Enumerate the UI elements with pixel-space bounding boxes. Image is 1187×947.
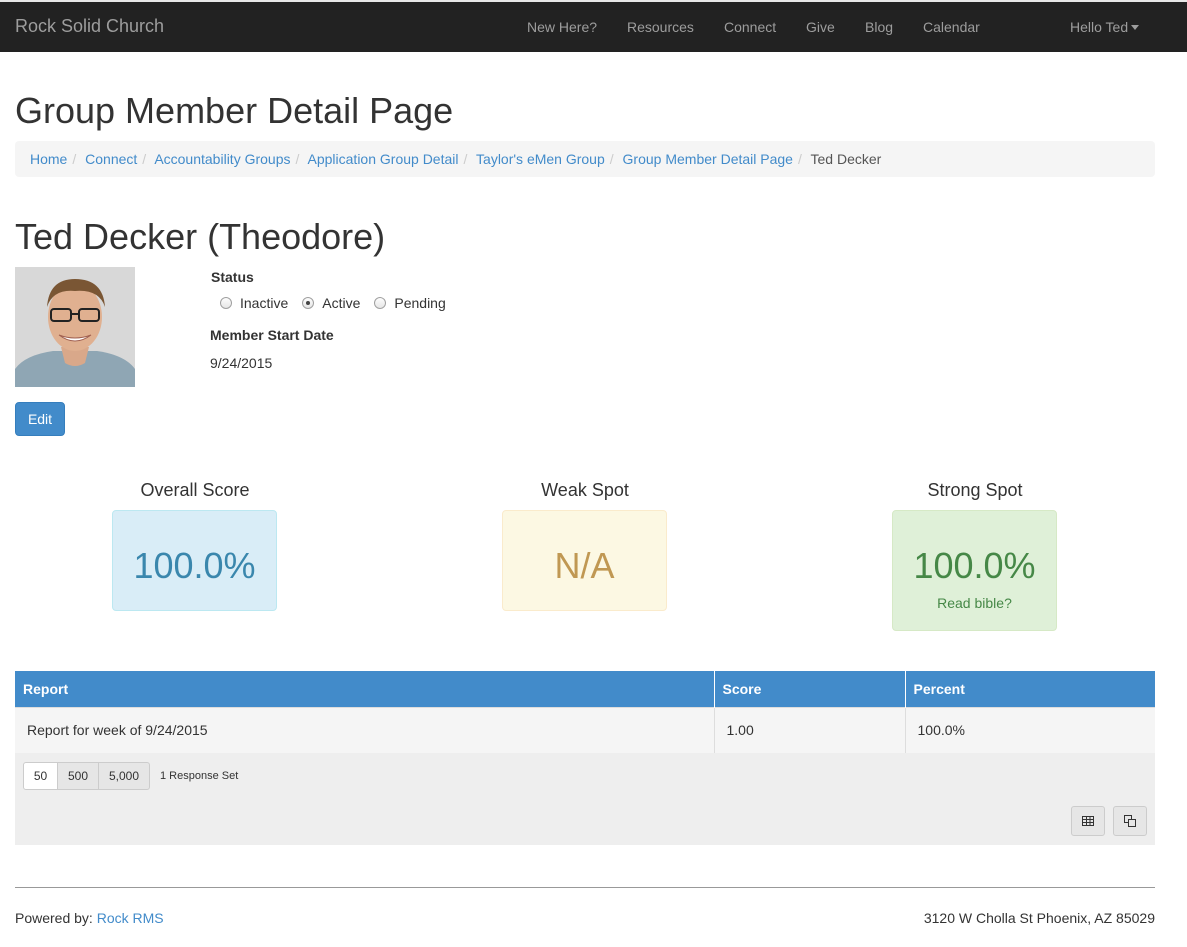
overall-score-title: Overall Score (140, 480, 250, 500)
cell-percent: 100.0% (905, 706, 1155, 754)
status-option-inactive[interactable]: Inactive (220, 295, 288, 311)
breadcrumb-separator: / (797, 151, 802, 167)
user-menu[interactable]: Hello Ted (1070, 19, 1140, 35)
breadcrumb-separator: / (295, 151, 300, 167)
strong-spot-box: 100.0% Read bible? (892, 510, 1057, 631)
weak-spot-title: Weak Spot (541, 480, 629, 500)
powered-by: Powered by: Rock RMS (15, 910, 164, 926)
cell-report: Report for week of 9/24/2015 (15, 706, 715, 754)
nav-link-calendar[interactable]: Calendar (923, 19, 980, 35)
status-option-label: Active (322, 295, 361, 311)
nav-link-connect[interactable]: Connect (724, 19, 776, 35)
radio-icon[interactable] (374, 297, 387, 309)
breadcrumb-group-member-detail[interactable]: Group Member Detail Page (623, 151, 793, 167)
column-header-report[interactable]: Report (15, 671, 715, 707)
member-photo (15, 267, 135, 387)
status-option-label: Inactive (240, 295, 289, 311)
breadcrumb-current: Ted Decker (810, 151, 882, 167)
page-size-50[interactable]: 50 (23, 762, 58, 790)
nav-link-resources[interactable]: Resources (627, 19, 694, 35)
start-date-value: 9/24/2015 (210, 355, 273, 371)
status-option-label: Pending (394, 295, 446, 311)
weak-spot-box: N/A (502, 510, 667, 611)
page-size-5000[interactable]: 5,000 (98, 762, 150, 790)
breadcrumb-separator: / (142, 151, 147, 167)
column-header-score[interactable]: Score (714, 671, 906, 707)
copy-icon (1124, 815, 1136, 827)
person-photo-icon (15, 267, 135, 387)
breadcrumb-connect[interactable]: Connect (85, 151, 137, 167)
merge-template-button[interactable] (1113, 806, 1147, 836)
top-navbar: Rock Solid Church New Here? Resources Co… (0, 0, 1187, 52)
footer-address: 3120 W Cholla St Phoenix, AZ 85029 (923, 910, 1155, 926)
status-label: Status (211, 269, 254, 285)
table-footer: 50 500 5,000 1 Response Set (15, 753, 1155, 845)
breadcrumb-taylors-emen-group[interactable]: Taylor's eMen Group (476, 151, 605, 167)
status-option-active[interactable]: Active (302, 295, 360, 311)
breadcrumb-home[interactable]: Home (30, 151, 67, 167)
breadcrumb-separator: / (463, 151, 468, 167)
breadcrumb-separator: / (72, 151, 77, 167)
edit-button[interactable]: Edit (15, 402, 65, 436)
strong-spot-note: Read bible? (937, 595, 1012, 611)
status-radio-group: Inactive Active Pending (220, 295, 460, 311)
rock-rms-link[interactable]: Rock RMS (97, 910, 164, 926)
overall-score-value: 100.0% (133, 545, 256, 586)
member-name: Ted Decker (Theodore) (15, 216, 386, 257)
nav-link-blog[interactable]: Blog (865, 19, 893, 35)
footer-divider (15, 887, 1155, 888)
responses-table: Report Score Percent Report for week of … (15, 671, 1155, 754)
weak-spot-value: N/A (554, 545, 615, 586)
overall-score-box: 100.0% (112, 510, 277, 611)
table-row[interactable]: Report for week of 9/24/2015 1.00 100.0% (15, 706, 1155, 754)
page-title: Group Member Detail Page (15, 90, 454, 131)
powered-by-prefix: Powered by: (15, 910, 97, 926)
status-option-pending[interactable]: Pending (374, 295, 446, 311)
caret-down-icon (1131, 24, 1140, 30)
radio-icon[interactable] (220, 297, 232, 309)
table-header-row: Report Score Percent (15, 671, 1155, 707)
page-size-selector: 50 500 5,000 (23, 762, 150, 790)
table-icon (1082, 816, 1094, 826)
breadcrumb-accountability-groups[interactable]: Accountability Groups (154, 151, 290, 167)
user-menu-label: Hello Ted (1070, 19, 1129, 35)
column-header-percent[interactable]: Percent (905, 671, 1155, 707)
brand-link[interactable]: Rock Solid Church (15, 16, 164, 37)
page-size-500[interactable]: 500 (57, 762, 99, 790)
start-date-label: Member Start Date (210, 327, 334, 343)
breadcrumb-application-group-detail[interactable]: Application Group Detail (308, 151, 459, 167)
cell-score: 1.00 (714, 706, 906, 754)
response-count: 1 Response Set (160, 770, 239, 782)
export-excel-button[interactable] (1071, 806, 1105, 836)
nav-link-give[interactable]: Give (806, 19, 835, 35)
strong-spot-value: 100.0% (913, 545, 1036, 586)
breadcrumb-separator: / (609, 151, 614, 167)
strong-spot-title: Strong Spot (927, 480, 1023, 500)
radio-checked-icon[interactable] (302, 297, 315, 309)
breadcrumb: Home / Connect / Accountability Groups / Ap… (15, 141, 1155, 177)
nav-link-new-here[interactable]: New Here? (527, 19, 597, 35)
